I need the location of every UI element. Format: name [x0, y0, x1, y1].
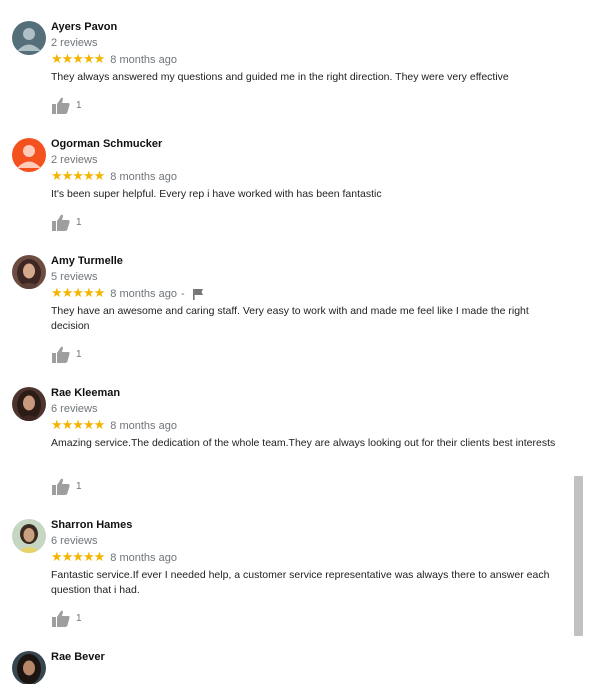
review-item: Ogorman Schmucker 2 reviews ★★★★★ 8 mont… — [0, 138, 575, 233]
review-item: Amy Turmelle 5 reviews ★★★★★ 8 months ag… — [0, 255, 575, 365]
review-count: 2 reviews — [51, 154, 98, 166]
star-rating: ★★★★★ — [51, 52, 105, 67]
rating-row: ★★★★★ 8 months ago — [51, 419, 177, 433]
like-button[interactable]: 1 — [52, 97, 82, 114]
rating-row: ★★★★★ 8 months ago — [51, 551, 177, 565]
rating-row: ★★★★★ 8 months ago - — [51, 287, 203, 301]
like-count: 1 — [76, 613, 82, 624]
review-item: Ayers Pavon 2 reviews ★★★★★ 8 months ago… — [0, 21, 575, 116]
review-time: 8 months ago — [110, 420, 177, 432]
avatar[interactable] — [12, 255, 46, 289]
reviewer-name[interactable]: Ogorman Schmucker — [51, 138, 162, 150]
review-item: Rae Kleeman 6 reviews ★★★★★ 8 months ago… — [0, 387, 575, 497]
reviewer-name[interactable]: Rae Kleeman — [51, 387, 120, 399]
review-count: 6 reviews — [51, 535, 98, 547]
review-time: 8 months ago — [110, 288, 177, 300]
thumb-up-icon — [52, 97, 70, 114]
star-rating: ★★★★★ — [51, 169, 105, 184]
star-rating: ★★★★★ — [51, 286, 105, 301]
reviews-list: Ayers Pavon 2 reviews ★★★★★ 8 months ago… — [0, 0, 575, 684]
review-text: They have an awesome and caring staff. V… — [51, 305, 529, 332]
rating-row: ★★★★★ 8 months ago — [51, 170, 177, 184]
reviewer-name[interactable]: Amy Turmelle — [51, 255, 123, 267]
review-item: Sharron Hames 6 reviews ★★★★★ 8 months a… — [0, 519, 575, 629]
star-rating: ★★★★★ — [51, 418, 105, 433]
review-text: It's been super helpful. Every rep i hav… — [51, 188, 382, 200]
reviewer-name[interactable]: Sharron Hames — [51, 519, 132, 531]
avatar[interactable] — [12, 387, 46, 421]
review-text: Amazing service.The dedication of the wh… — [51, 437, 556, 449]
review-time: 8 months ago — [110, 552, 177, 564]
avatar[interactable] — [12, 138, 46, 172]
star-rating: ★★★★★ — [51, 550, 105, 565]
reviewer-name[interactable]: Rae Bever — [51, 651, 105, 663]
scrollbar-thumb[interactable] — [574, 476, 583, 636]
avatar[interactable] — [12, 519, 46, 553]
review-count: 5 reviews — [51, 271, 98, 283]
avatar[interactable] — [12, 651, 46, 684]
thumb-up-icon — [52, 214, 70, 231]
review-count: 6 reviews — [51, 403, 98, 415]
rating-row: ★★★★★ 8 months ago — [51, 53, 177, 67]
thumb-up-icon — [52, 346, 70, 363]
like-count: 1 — [76, 481, 82, 492]
review-count: 2 reviews — [51, 37, 98, 49]
avatar[interactable] — [12, 21, 46, 55]
like-button[interactable]: 1 — [52, 346, 82, 363]
review-item: Rae Bever — [0, 651, 575, 684]
review-text: Fantastic service.If ever I needed help,… — [51, 569, 550, 596]
like-button[interactable]: 1 — [52, 214, 82, 231]
like-count: 1 — [76, 100, 82, 111]
review-text: They always answered my questions and gu… — [51, 71, 509, 83]
like-button[interactable]: 1 — [52, 478, 82, 495]
like-button[interactable]: 1 — [52, 610, 82, 627]
review-time: 8 months ago — [110, 171, 177, 183]
flag-icon[interactable] — [192, 288, 203, 300]
thumb-up-icon — [52, 610, 70, 627]
reviewer-name[interactable]: Ayers Pavon — [51, 21, 117, 33]
review-time: 8 months ago — [110, 54, 177, 66]
separator: - — [180, 288, 185, 300]
like-count: 1 — [76, 349, 82, 360]
thumb-up-icon — [52, 478, 70, 495]
like-count: 1 — [76, 217, 82, 228]
